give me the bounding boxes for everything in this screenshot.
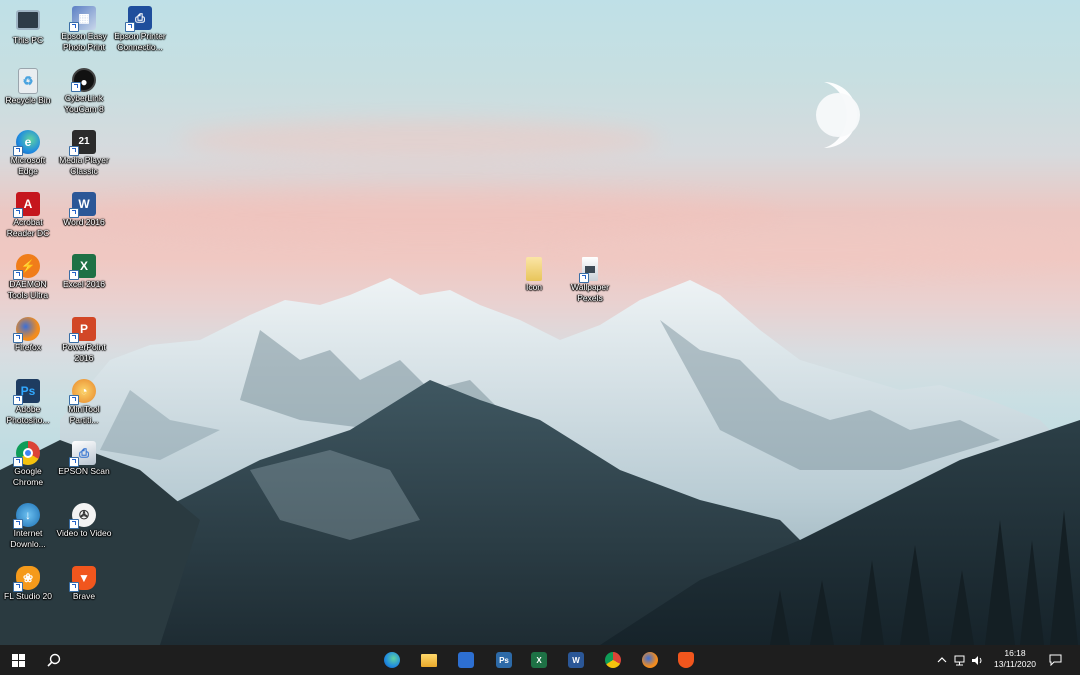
clock-date: 13/11/2020 xyxy=(994,659,1036,669)
search-icon xyxy=(47,653,61,667)
fl-studio-icon: ❀ xyxy=(13,566,40,592)
taskbar-app-epson-scan[interactable] xyxy=(449,645,483,675)
tray-overflow-button[interactable] xyxy=(934,645,950,675)
taskbar-app-brave[interactable] xyxy=(669,645,703,675)
edge-icon xyxy=(384,652,400,668)
taskbar-app-photoshop[interactable]: Ps xyxy=(487,645,521,675)
brave-icon xyxy=(678,652,694,668)
volume-button[interactable] xyxy=(969,645,985,675)
desktop-wallpaper xyxy=(0,0,1080,645)
desktop-icon-word[interactable]: W Word 2016 xyxy=(56,192,112,228)
taskbar-app-chrome[interactable] xyxy=(596,645,630,675)
speaker-icon xyxy=(971,655,981,665)
taskbar-app-edge[interactable] xyxy=(375,645,409,675)
youcam-icon: ● xyxy=(71,68,96,92)
desktop-icon-video-to-video[interactable]: ✇ Video to Video xyxy=(56,503,112,539)
desktop-icon-internet-download-manager[interactable]: ↓ Internet Downlo... xyxy=(0,503,56,550)
excel-icon: X xyxy=(69,254,96,280)
firefox-icon xyxy=(13,317,40,343)
taskbar-app-firefox[interactable] xyxy=(633,645,667,675)
epson-scan-icon: ⎙ xyxy=(69,441,96,467)
internet-download-manager-icon: ↓ xyxy=(13,503,40,529)
taskbar: Ps X W 16:18 13/11/2020 xyxy=(0,645,1080,675)
desktop-icon-epson-printer[interactable]: ⎙ Epson Printer Connectio... xyxy=(112,6,168,53)
excel-icon: X xyxy=(531,652,547,668)
chrome-icon xyxy=(13,441,40,467)
desktop-icon-chrome[interactable]: Google Chrome xyxy=(0,441,56,488)
taskbar-clock[interactable]: 16:18 13/11/2020 xyxy=(986,648,1044,670)
desktop-icon-epson-scan[interactable]: ⎙ EPSON Scan xyxy=(56,441,112,477)
photoshop-icon: Ps xyxy=(496,652,512,668)
desktop-icon-recycle-bin[interactable]: ♻ Recycle Bin xyxy=(0,68,56,106)
desktop-icon-edge[interactable]: e Microsoft Edge xyxy=(0,130,56,177)
folder-icon xyxy=(526,257,542,281)
desktop-icon-media-player-classic[interactable]: 21 Media Player Classic xyxy=(56,130,112,177)
search-button[interactable] xyxy=(38,645,70,675)
desktop-icon-excel[interactable]: X Excel 2016 xyxy=(56,254,112,290)
scanner-icon xyxy=(458,652,474,668)
desktop-icon-fl-studio[interactable]: ❀ FL Studio 20 xyxy=(0,566,56,602)
network-button[interactable] xyxy=(952,645,968,675)
desktop-icon-powerpoint[interactable]: P PowerPoint 2016 xyxy=(56,317,112,364)
mountain-range xyxy=(0,278,1080,645)
windows-icon xyxy=(11,653,25,667)
desktop-icon-firefox[interactable]: Firefox xyxy=(0,317,56,353)
taskbar-app-file-explorer[interactable] xyxy=(412,645,446,675)
network-icon xyxy=(954,655,964,665)
word-icon: W xyxy=(69,192,96,218)
media-player-classic-icon: 21 xyxy=(69,130,96,156)
firefox-icon xyxy=(642,652,658,668)
desktop-icon-epson-photo-print[interactable]: ▦ Epson Easy Photo Print xyxy=(56,6,112,53)
photoshop-icon: Ps xyxy=(13,379,40,405)
minitool-icon: ◔ xyxy=(69,379,96,405)
word-icon: W xyxy=(568,652,584,668)
start-button[interactable] xyxy=(2,645,34,675)
chrome-icon xyxy=(605,652,621,668)
folder-icon xyxy=(421,653,437,667)
powerpoint-icon: P xyxy=(69,317,96,343)
desktop-icon-folder-icon[interactable]: Icon xyxy=(506,257,562,293)
taskbar-app-word[interactable]: W xyxy=(559,645,593,675)
notifications-button[interactable] xyxy=(1044,645,1066,675)
computer-icon xyxy=(16,10,40,30)
recycle-bin-icon: ♻ xyxy=(18,68,38,94)
desktop-icon-minitool[interactable]: ◔ MiniTool Partiti... xyxy=(56,379,112,426)
desktop-icon-photoshop[interactable]: Ps Adobe Photosho... xyxy=(0,379,56,426)
daemon-tools-icon: ⚡ xyxy=(13,254,40,280)
acrobat-icon: A xyxy=(13,192,40,218)
wallpaper-file-icon xyxy=(579,257,598,283)
video-to-video-icon: ✇ xyxy=(69,503,96,529)
desktop-icon-wallpaper-pexels[interactable]: Wallpaper Pexels xyxy=(562,257,618,304)
edge-icon: e xyxy=(13,130,40,156)
brave-icon: ▼ xyxy=(69,566,96,592)
desktop-icon-this-pc[interactable]: This PC xyxy=(0,6,56,46)
clock-time: 16:18 xyxy=(1004,648,1026,658)
desktop-icon-youcam[interactable]: ● CyberLink YouCam 8 xyxy=(56,68,112,115)
notification-icon xyxy=(1049,654,1061,666)
desktop-icon-daemon-tools[interactable]: ⚡ DAEMON Tools Ultra xyxy=(0,254,56,301)
epson-printer-icon: ⎙ xyxy=(125,6,152,32)
desktop-icon-acrobat[interactable]: A Acrobat Reader DC xyxy=(0,192,56,239)
chevron-up-icon xyxy=(937,657,947,663)
epson-photo-print-icon: ▦ xyxy=(69,6,96,32)
taskbar-app-excel[interactable]: X xyxy=(522,645,556,675)
desktop-icon-brave[interactable]: ▼ Brave xyxy=(56,566,112,602)
